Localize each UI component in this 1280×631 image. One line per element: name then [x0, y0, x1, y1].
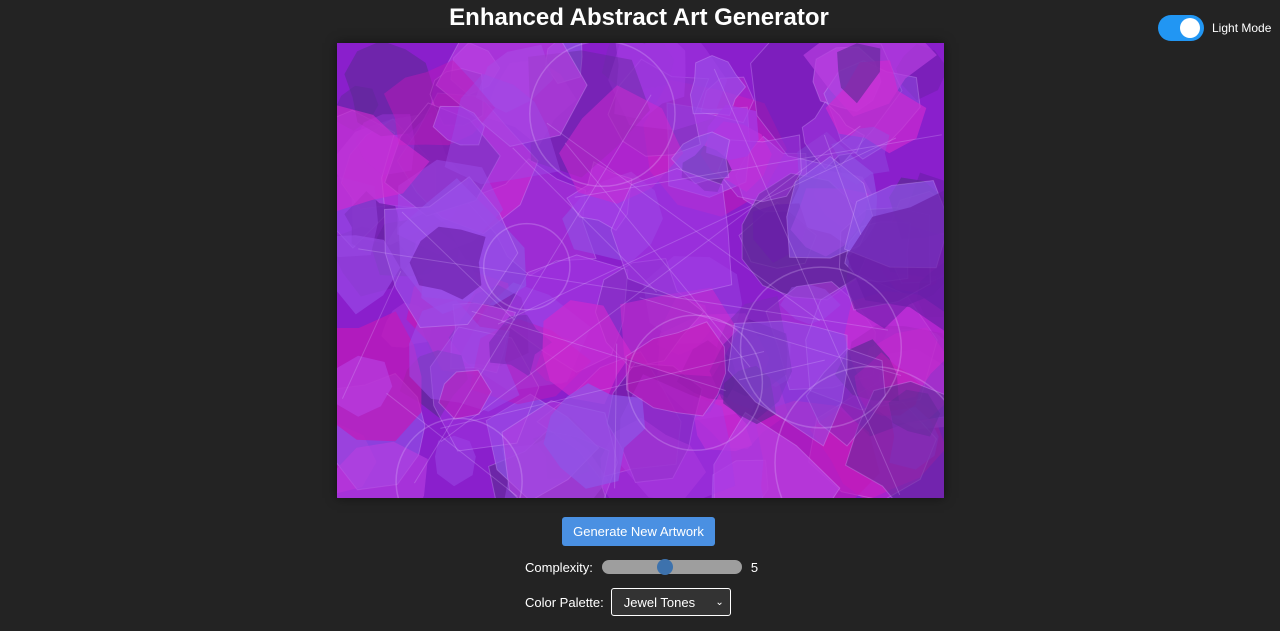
chevron-down-icon: ⌄: [715, 596, 724, 608]
artwork-svg: [337, 43, 944, 498]
page-title: Enhanced Abstract Art Generator: [449, 4, 829, 31]
palette-select[interactable]: Jewel Tones ⌄: [610, 588, 731, 616]
complexity-slider[interactable]: [601, 559, 742, 575]
generate-artwork-button[interactable]: Generate New Artwork: [562, 517, 715, 546]
complexity-label: Complexity:: [525, 559, 593, 575]
app-root: Enhanced Abstract Art Generator Light Mo…: [0, 0, 1280, 631]
palette-row: Color Palette: Jewel Tones ⌄: [525, 587, 731, 617]
complexity-row: Complexity: 5: [525, 558, 758, 576]
palette-selected-value: Jewel Tones: [623, 594, 696, 610]
complexity-value: 5: [750, 559, 759, 575]
theme-toggle-group: Light Mode: [1158, 15, 1271, 41]
toggle-knob: [1180, 18, 1200, 38]
palette-label: Color Palette:: [525, 594, 604, 610]
slider-thumb[interactable]: [657, 559, 674, 575]
theme-toggle-switch[interactable]: [1158, 15, 1204, 41]
theme-toggle-label: Light Mode: [1212, 21, 1272, 35]
artwork-canvas[interactable]: [337, 43, 944, 498]
